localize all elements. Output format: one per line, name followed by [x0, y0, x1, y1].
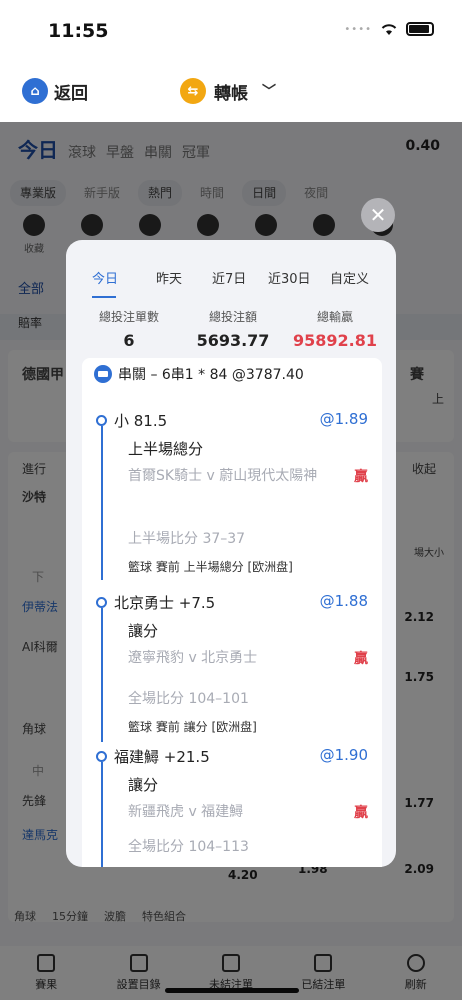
leg-meta: 籃球 賽前 讓分 [欧洲盘] — [128, 720, 257, 734]
status-icons: •••• — [344, 22, 434, 36]
leg-odds: @1.88 — [319, 592, 368, 610]
leg-meta: 籃球 賽前 上半場總分 [欧洲盘] — [128, 560, 293, 574]
leg-match: 新疆飛虎 v 福建鱘 — [128, 804, 244, 820]
leg-line — [101, 426, 103, 580]
leg-selection: 北京勇士 +7.5 — [114, 594, 216, 612]
jersey-icon — [94, 365, 112, 383]
leg-dot — [96, 751, 107, 762]
status-time: 11:55 — [48, 20, 109, 42]
tab-custom[interactable]: 自定义 — [330, 268, 369, 287]
leg-selection: 小 81.5 — [114, 412, 168, 430]
leg-market: 讓分 — [128, 622, 159, 640]
active-tab-indicator — [92, 296, 116, 298]
back-label: 返回 — [54, 83, 88, 104]
parlay-bet-card: 串關 – 6串1 * 84 @3787.40 小 81.5 @1.89 上半場總… — [82, 358, 382, 867]
leg-result: 贏 — [354, 651, 368, 667]
chevron-down-icon: ﹀ — [262, 84, 276, 100]
tab-7-days[interactable]: 近7日 — [212, 268, 246, 287]
leg-dot — [96, 415, 107, 426]
transfer-label: 轉帳 — [214, 83, 248, 104]
transfer-icon: ⇆ — [180, 78, 206, 104]
bet-leg: 北京勇士 +7.5 @1.88 讓分 遼寧飛豹 v 北京勇士 贏 全場比分 10… — [82, 592, 382, 742]
bet-header: 串關 – 6串1 * 84 @3787.40 — [94, 364, 304, 384]
home-icon: ⌂ — [22, 78, 48, 104]
stat-total-winloss: 總輸贏 95892.81 — [292, 310, 377, 350]
tab-30-days[interactable]: 近30日 — [268, 268, 311, 287]
bet-leg: 福建鱘 +21.5 @1.90 讓分 新疆飛虎 v 福建鱘 贏 全場比分 104… — [82, 746, 382, 867]
transfer-button[interactable]: ⇆ 轉帳 ﹀ — [180, 78, 276, 104]
leg-match: 遼寧飛豹 v 北京勇士 — [128, 650, 258, 666]
wifi-icon — [381, 24, 397, 35]
status-bar: 11:55 •••• — [0, 0, 462, 60]
leg-match: 首爾SK騎士 v 蔚山現代太陽神 — [128, 468, 318, 484]
tab-yesterday[interactable]: 昨天 — [156, 268, 182, 287]
bet-leg: 小 81.5 @1.89 上半場總分 首爾SK騎士 v 蔚山現代太陽神 贏 上半… — [82, 410, 382, 580]
tab-today[interactable]: 今日 — [92, 268, 118, 287]
leg-odds: @1.89 — [319, 410, 368, 428]
leg-score: 全場比分 104–101 — [128, 691, 249, 707]
leg-dot — [96, 597, 107, 608]
battery-icon — [406, 22, 434, 36]
leg-score: 上半場比分 37–37 — [128, 531, 246, 547]
bet-history-modal: 今日 昨天 近7日 近30日 自定义 總投注單數 6 總投注額 5693.77 … — [66, 240, 396, 867]
leg-line — [101, 762, 103, 867]
leg-selection: 福建鱘 +21.5 — [114, 748, 210, 766]
close-icon: ✕ — [369, 203, 387, 227]
bet-summary: 串關 – 6串1 * 84 @3787.40 — [118, 367, 304, 383]
leg-result: 贏 — [354, 805, 368, 821]
top-nav: ⌂ 返回 ⇆ 轉帳 ﹀ — [0, 60, 462, 122]
signal-icon: •••• — [344, 23, 372, 35]
leg-market: 讓分 — [128, 776, 159, 794]
leg-market: 上半場總分 — [128, 440, 204, 458]
leg-line — [101, 608, 103, 742]
date-range-tabs: 今日 昨天 近7日 近30日 自定义 — [66, 268, 396, 290]
leg-score: 全場比分 104–113 — [128, 839, 249, 855]
leg-odds: @1.90 — [319, 746, 368, 764]
back-button[interactable]: ⌂ 返回 — [22, 78, 88, 104]
stat-total-stake: 總投注額 5693.77 — [196, 310, 270, 350]
close-button[interactable]: ✕ — [361, 198, 395, 232]
leg-result: 贏 — [354, 469, 368, 485]
stat-total-bets: 總投注單數 6 — [98, 310, 159, 350]
